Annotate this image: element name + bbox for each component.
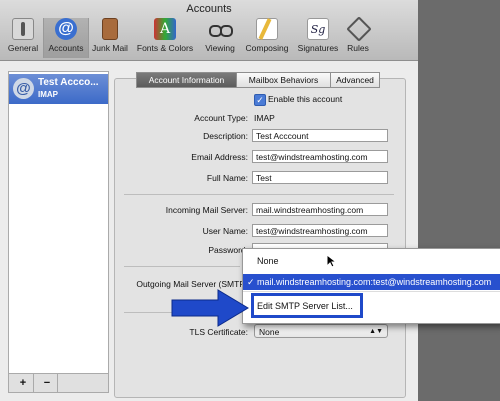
- toolbar-viewing-label: Viewing: [205, 43, 235, 53]
- account-row[interactable]: @ Test Accco... IMAP: [9, 74, 108, 104]
- tab-advanced[interactable]: Advanced: [330, 72, 380, 88]
- description-field[interactable]: Test Acccount: [252, 129, 388, 142]
- account-type-label: Account Type:: [194, 113, 248, 123]
- up-down-arrows-icon: ▲▼: [369, 328, 383, 335]
- tab-mailbox-behaviors[interactable]: Mailbox Behaviors: [236, 72, 331, 88]
- at-sign-icon: @: [55, 18, 77, 40]
- trash-icon: [102, 18, 118, 40]
- smtp-menu-item-none[interactable]: None: [243, 253, 500, 269]
- smtp-menu-item-label: None: [257, 256, 279, 266]
- switch-icon: [12, 18, 34, 40]
- toolbar-composing[interactable]: Composing: [241, 18, 293, 58]
- accounts-preferences-window: Accounts General @ Accounts Junk Mail A …: [0, 0, 418, 401]
- tls-certificate-label: TLS Certificate:: [189, 327, 248, 337]
- window-title: Accounts: [186, 3, 232, 15]
- toolbar-general-label: General: [7, 43, 39, 53]
- pencil-paper-icon: [256, 18, 278, 40]
- description-label: Description:: [203, 131, 248, 141]
- menu-separator: [243, 291, 500, 292]
- rules-icon: [346, 16, 372, 42]
- toolbar-accounts[interactable]: @ Accounts: [43, 18, 89, 58]
- incoming-server-field[interactable]: mail.windstreamhosting.com: [252, 203, 388, 216]
- password-label: Password:: [208, 245, 248, 255]
- tls-certificate-value: None: [259, 327, 280, 337]
- toolbar-junk-mail[interactable]: Junk Mail: [88, 18, 132, 58]
- toolbar-composing-label: Composing: [245, 43, 289, 53]
- annotation-arrow-icon: [171, 289, 249, 327]
- smtp-menu-item-label: mail.windstreamhosting.com:test@windstre…: [257, 277, 492, 287]
- remove-account-button[interactable]: −: [37, 374, 58, 392]
- incoming-server-label: Incoming Mail Server:: [165, 205, 248, 215]
- fonts-colors-icon: A: [154, 18, 176, 40]
- email-address-label: Email Address:: [191, 152, 248, 162]
- full-name-field[interactable]: Test: [252, 171, 388, 184]
- account-type-value: IMAP: [254, 113, 275, 123]
- toolbar-accounts-label: Accounts: [48, 43, 84, 53]
- enable-account-label: Enable this account: [268, 94, 343, 104]
- title-bar: Accounts General @ Accounts Junk Mail A …: [0, 0, 418, 61]
- toolbar-fonts-colors-label: Fonts & Colors: [136, 43, 194, 53]
- full-name-label: Full Name:: [206, 173, 248, 183]
- toolbar-rules[interactable]: Rules: [343, 16, 373, 58]
- toolbar-signatures[interactable]: Sg Signatures: [295, 18, 341, 58]
- separator: [124, 194, 394, 195]
- toolbar-rules-label: Rules: [347, 43, 369, 53]
- add-account-button[interactable]: +: [13, 374, 34, 392]
- toolbar-general[interactable]: General: [4, 18, 42, 58]
- annotation-highlight-box: [251, 293, 363, 318]
- account-name: Test Accco...: [38, 77, 99, 88]
- toolbar-signatures-label: Signatures: [297, 43, 339, 53]
- mouse-pointer-icon: [326, 254, 338, 268]
- user-name-field[interactable]: test@windstreamhosting.com: [252, 224, 388, 237]
- at-sign-icon: @: [13, 78, 34, 99]
- glasses-icon: [209, 18, 233, 40]
- tls-certificate-select[interactable]: None ▲▼: [254, 324, 388, 338]
- signature-icon: Sg: [307, 18, 329, 40]
- enable-account-checkbox[interactable]: ✓: [254, 94, 266, 106]
- separator: [124, 266, 240, 267]
- account-settings-panel: [114, 78, 406, 398]
- email-address-field[interactable]: test@windstreamhosting.com: [252, 150, 388, 163]
- toolbar-junk-mail-label: Junk Mail: [92, 43, 128, 53]
- tab-account-information[interactable]: Account Information: [136, 72, 237, 88]
- user-name-label: User Name:: [202, 226, 248, 236]
- smtp-menu-item-server[interactable]: ✓ mail.windstreamhosting.com:test@windst…: [243, 274, 500, 290]
- accounts-list-footer: + −: [9, 373, 108, 392]
- toolbar-fonts-colors[interactable]: A Fonts & Colors: [133, 18, 197, 58]
- desktop-background: [418, 0, 500, 401]
- toolbar-viewing[interactable]: Viewing: [200, 18, 240, 58]
- account-type: IMAP: [38, 90, 58, 99]
